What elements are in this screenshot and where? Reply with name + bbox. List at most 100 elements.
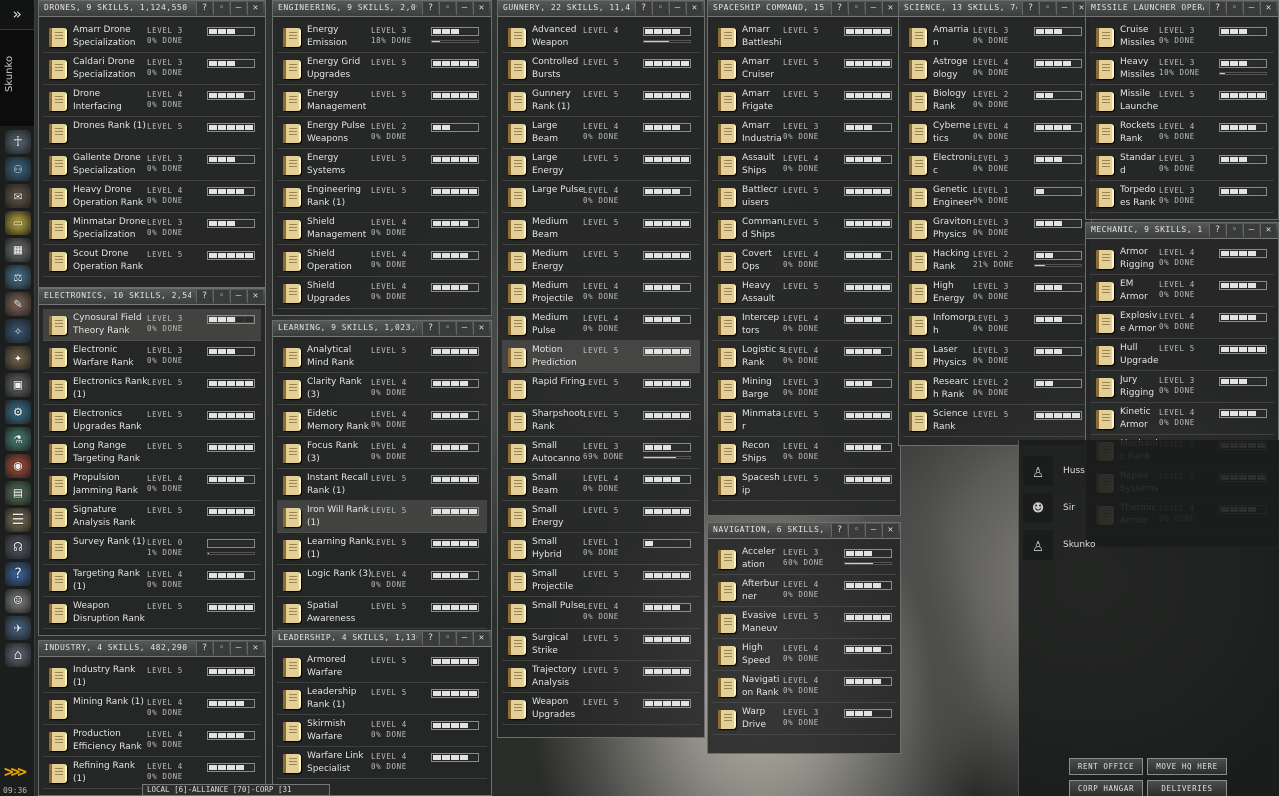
skill-row[interactable]: Focus Rank (3) LEVEL 4 0% DONE [277, 437, 487, 469]
skill-row[interactable]: Small Pulse LEVEL 4 0% DONE [502, 597, 700, 629]
skill-row[interactable]: EM Armor LEVEL 4 0% DONE [1090, 275, 1274, 307]
skill-row[interactable]: Analytical Mind Rank LEVEL 5 [277, 341, 487, 373]
factory-icon[interactable]: ⌂ [5, 643, 31, 667]
close-icon[interactable]: ✕ [247, 642, 263, 655]
help-icon[interactable]: ? [196, 2, 212, 15]
skill-row[interactable]: Kinetic Armor LEVEL 4 0% DONE [1090, 403, 1274, 435]
skill-row[interactable]: Researc h Rank LEVEL 2 0% DONE [903, 373, 1087, 405]
skill-row[interactable]: Instant Recall Rank (1) LEVEL 5 [277, 469, 487, 501]
skill-row[interactable]: Comman d Ships LEVEL 5 [712, 213, 896, 245]
close-icon[interactable]: ✕ [1260, 2, 1276, 15]
pin-icon[interactable]: ◦ [848, 524, 864, 537]
skill-row[interactable]: Explosiv e Armor LEVEL 4 0% DONE [1090, 307, 1274, 339]
skill-row[interactable]: Medium Beam LEVEL 5 [502, 213, 700, 245]
skill-row[interactable]: Long Range Targeting Rank LEVEL 5 [43, 437, 261, 469]
skill-row[interactable]: Caldari Drone Specialization LEVEL 3 0% DO… [43, 53, 261, 85]
skill-row[interactable]: Graviton Physics LEVEL 3 0% DONE [903, 213, 1087, 245]
close-icon[interactable]: ✕ [247, 290, 263, 303]
skill-row[interactable]: Standar d LEVEL 3 0% DONE [1090, 149, 1274, 181]
skill-row[interactable]: Assault Ships LEVEL 4 0% DONE [712, 149, 896, 181]
skill-row[interactable]: Astroge ology LEVEL 4 0% DONE [903, 53, 1087, 85]
member-name[interactable]: Skunko [1063, 540, 1095, 550]
member-name[interactable]: Sir [1063, 503, 1075, 513]
help-icon[interactable]: ? [1209, 224, 1225, 237]
minimize-icon[interactable]: – [1056, 2, 1072, 15]
skill-row[interactable]: Mining Rank (1) LEVEL 4 0% DONE [43, 693, 261, 725]
skill-row[interactable]: Scout Drone Operation Rank LEVEL 5 [43, 245, 261, 277]
skill-row[interactable]: Engineering Rank (1) LEVEL 5 [277, 181, 487, 213]
skill-row[interactable]: Iron Will Rank (1) LEVEL 5 [277, 501, 487, 533]
help-icon[interactable]: ? [1022, 2, 1038, 15]
skill-row[interactable]: Large Pulse LEVEL 4 0% DONE [502, 181, 700, 213]
corporation-icon[interactable]: ✦ [5, 346, 31, 370]
skill-row[interactable]: Logic Rank (3) LEVEL 4 0% DONE [277, 565, 487, 597]
skill-row[interactable]: Armored Warfare LEVEL 5 [277, 651, 487, 683]
skill-row[interactable]: Shield Operation LEVEL 4 0% DONE [277, 245, 487, 277]
window-header[interactable]: Missile Launcher Operati?◦–✕ [1086, 1, 1278, 17]
skill-row[interactable]: Electronics Upgrades Rank LEVEL 5 [43, 405, 261, 437]
skill-row[interactable]: Targeting Rank (1) LEVEL 4 0% DONE [43, 565, 261, 597]
portrait-icon[interactable]: ☺ [5, 589, 31, 613]
skill-row[interactable]: Weapon Upgrades LEVEL 5 [502, 693, 700, 725]
move-hq-button[interactable]: Move HQ Here [1147, 758, 1227, 775]
skill-row[interactable]: Laser Physics LEVEL 3 0% DONE [903, 341, 1087, 373]
market-icon[interactable]: ⚖ [5, 265, 31, 289]
minimize-icon[interactable]: – [456, 322, 472, 335]
skill-row[interactable]: Battlecr uisers LEVEL 5 [712, 181, 896, 213]
skill-row[interactable]: Drone Interfacing LEVEL 4 0% DONE [43, 85, 261, 117]
skill-row[interactable]: Heavy Missiles LEVEL 3 10% DONE [1090, 53, 1274, 85]
skill-row[interactable]: Covert Ops LEVEL 4 0% DONE [712, 245, 896, 277]
skill-row[interactable]: Small Autocanno LEVEL 3 69% DONE [502, 437, 700, 469]
corp-hangar-button[interactable]: Corp Hangar [1069, 780, 1143, 796]
calculator-icon[interactable]: ▤ [5, 481, 31, 505]
rent-office-button[interactable]: Rent Office [1069, 758, 1143, 775]
character-portrait[interactable]: Skunko [0, 30, 34, 126]
skill-row[interactable]: Small Hybrid LEVEL 1 0% DONE [502, 533, 700, 565]
notepad-icon[interactable]: ▭ [5, 211, 31, 235]
skill-row[interactable]: Warfare Link Specialist LEVEL 4 0% DONE [277, 747, 487, 779]
close-icon[interactable]: ✕ [473, 2, 489, 15]
wallet-icon[interactable]: ▦ [5, 238, 31, 262]
skill-row[interactable]: Energy Management LEVEL 5 [277, 85, 487, 117]
skill-row[interactable]: Warp Drive LEVEL 3 0% DONE [712, 703, 896, 735]
skill-row[interactable]: Torpedo es Rank LEVEL 3 0% DONE [1090, 181, 1274, 213]
minimize-icon[interactable]: – [230, 290, 246, 303]
close-icon[interactable]: ✕ [882, 524, 898, 537]
minimize-icon[interactable]: – [669, 2, 685, 15]
minimize-icon[interactable]: – [456, 2, 472, 15]
skill-row[interactable]: Recon Ships LEVEL 4 0% DONE [712, 437, 896, 469]
skill-row[interactable]: Armor Rigging LEVEL 4 0% DONE [1090, 243, 1274, 275]
minimize-icon[interactable]: – [865, 524, 881, 537]
skill-row[interactable]: Infomorp h LEVEL 3 0% DONE [903, 309, 1087, 341]
skill-row[interactable]: Cyberne tics LEVEL 4 0% DONE [903, 117, 1087, 149]
window-header[interactable]: Mechanic, 9 Skills, 1,537?◦–✕ [1086, 223, 1278, 239]
pin-icon[interactable]: ◦ [213, 290, 229, 303]
skill-row[interactable]: Biology Rank LEVEL 2 0% DONE [903, 85, 1087, 117]
skill-row[interactable]: Eidetic Memory Rank LEVEL 4 0% DONE [277, 405, 487, 437]
skill-row[interactable]: Genetic Engineer LEVEL 1 0% DONE [903, 181, 1087, 213]
help-icon[interactable]: ? [196, 642, 212, 655]
skill-row[interactable]: Large Beam LEVEL 4 0% DONE [502, 117, 700, 149]
question-icon[interactable]: ? [5, 562, 31, 586]
help-icon[interactable]: ? [635, 2, 651, 15]
headset-icon[interactable]: ☊ [5, 535, 31, 559]
pin-icon[interactable]: ◦ [1039, 2, 1055, 15]
skill-row[interactable]: Production Efficiency Rank LEVEL 4 0% DONE [43, 725, 261, 757]
skill-row[interactable]: Hacking Rank LEVEL 2 21% DONE [903, 245, 1087, 277]
skill-row[interactable]: Motion Prediction LEVEL 5 [502, 341, 700, 373]
skill-row[interactable]: Small Beam LEVEL 4 0% DONE [502, 469, 700, 501]
assets-icon[interactable]: ▣ [5, 373, 31, 397]
pin-icon[interactable]: ◦ [439, 632, 455, 645]
skill-row[interactable]: Minmatar Drone Specialization LEVEL 3 0% D… [43, 213, 261, 245]
help-icon[interactable]: ? [422, 322, 438, 335]
pin-icon[interactable]: ◦ [213, 642, 229, 655]
skill-row[interactable]: Logistic s Rank LEVEL 4 0% DONE [712, 341, 896, 373]
skill-row[interactable]: Electronics Rank (1) LEVEL 5 [43, 373, 261, 405]
help-icon[interactable]: ? [1209, 2, 1225, 15]
pin-icon[interactable]: ◦ [1226, 2, 1242, 15]
skill-row[interactable]: Learning Rank (1) LEVEL 5 [277, 533, 487, 565]
expand-icon[interactable]: » [0, 0, 34, 30]
chat-tabs[interactable]: Local [6]-Alliance [70]-Corp [31 [142, 784, 330, 796]
skill-row[interactable]: Amarria n LEVEL 3 0% DONE [903, 21, 1087, 53]
skill-row[interactable]: Propulsion Jamming Rank LEVEL 4 0% DONE [43, 469, 261, 501]
